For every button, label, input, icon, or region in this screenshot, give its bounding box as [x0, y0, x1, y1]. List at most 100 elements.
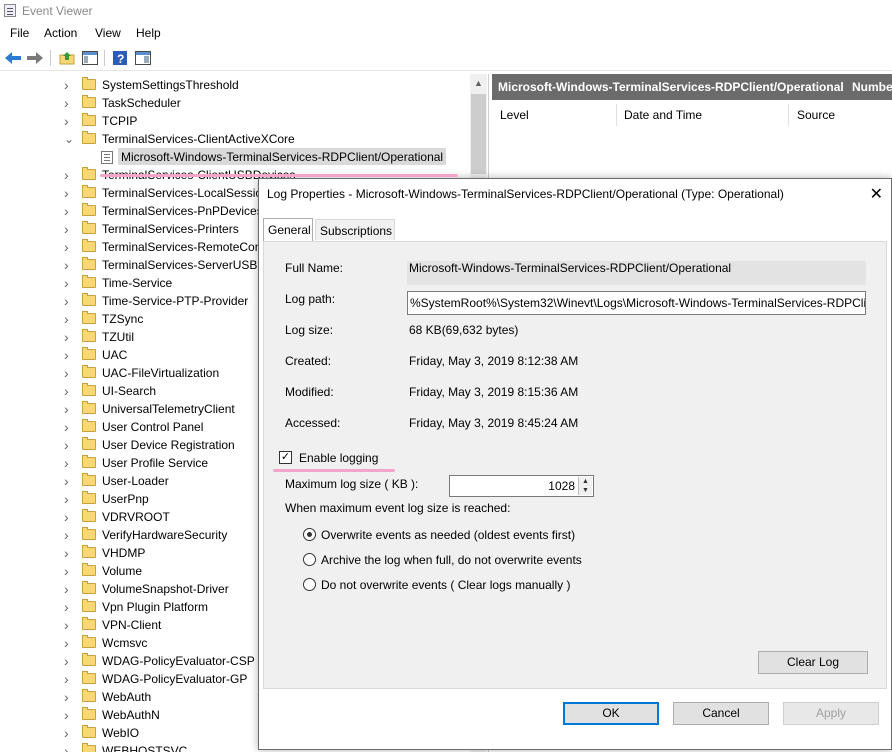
folder-icon [82, 293, 96, 306]
folder-icon [82, 689, 96, 702]
chevron-right-icon[interactable]: › [64, 600, 74, 614]
chevron-right-icon[interactable]: › [64, 96, 74, 110]
created-value: Friday, May 3, 2019 8:12:38 AM [409, 354, 579, 368]
chevron-right-icon[interactable]: › [64, 420, 74, 434]
tab-general[interactable]: General [263, 218, 313, 241]
chevron-right-icon[interactable]: › [64, 474, 74, 488]
chevron-right-icon[interactable]: › [64, 456, 74, 470]
chevron-right-icon[interactable]: › [64, 276, 74, 290]
chevron-right-icon[interactable]: › [64, 222, 74, 236]
folder-icon [82, 113, 96, 126]
chevron-right-icon[interactable]: › [64, 294, 74, 308]
apply-button[interactable]: Apply [783, 702, 879, 725]
show-hide-tree-icon[interactable] [81, 49, 99, 67]
chevron-right-icon[interactable]: › [64, 240, 74, 254]
folder-icon [82, 401, 96, 414]
back-arrow-icon[interactable] [4, 49, 22, 67]
chevron-right-icon[interactable]: › [64, 654, 74, 668]
tree-item-label: TerminalServices-PnPDevices [102, 204, 263, 218]
chevron-right-icon[interactable]: › [64, 186, 74, 200]
chevron-right-icon[interactable]: › [64, 744, 74, 752]
help-icon[interactable]: ? [111, 49, 129, 67]
tree-item[interactable]: › SystemSettingsThreshold [0, 76, 484, 94]
radio-do-not-overwrite[interactable] [303, 578, 316, 591]
menu-help[interactable]: Help [136, 26, 161, 40]
tree-item-label: Wcmsvc [102, 636, 148, 650]
tree-item-label: User Device Registration [102, 438, 235, 452]
chevron-right-icon[interactable]: › [64, 510, 74, 524]
folder-icon [82, 257, 96, 270]
chevron-right-icon[interactable]: › [64, 348, 74, 362]
chevron-right-icon[interactable]: › [64, 402, 74, 416]
tree-item[interactable]: › TaskScheduler [0, 94, 484, 112]
spin-up-icon[interactable]: ▲ [579, 477, 592, 486]
tree-item-label: VolumeSnapshot-Driver [102, 582, 229, 596]
app-title: Event Viewer [22, 4, 93, 18]
radio-archive[interactable] [303, 553, 316, 566]
chevron-right-icon[interactable]: › [64, 528, 74, 542]
chevron-right-icon[interactable]: › [64, 726, 74, 740]
tree-scroll-thumb[interactable] [471, 94, 486, 174]
radio-archive-label[interactable]: Archive the log when full, do not overwr… [321, 553, 582, 567]
chevron-right-icon[interactable]: › [64, 366, 74, 380]
when-max-label: When maximum event log size is reached: [285, 501, 511, 515]
tree-item[interactable]: ⌄ TerminalServices-ClientActiveXCore [0, 130, 484, 148]
enable-logging-checkbox[interactable]: ✓ [279, 451, 292, 464]
chevron-right-icon[interactable]: › [64, 492, 74, 506]
tree-item-label: TaskScheduler [102, 96, 181, 110]
max-size-value[interactable]: 1028 [548, 479, 575, 493]
max-size-stepper[interactable]: 1028 ▲ ▼ [449, 475, 594, 497]
folder-icon [82, 455, 96, 468]
spin-down-icon[interactable]: ▼ [579, 486, 592, 495]
scroll-up-arrow-icon[interactable]: ▲ [470, 74, 487, 92]
tree-item-label: User-Loader [102, 474, 169, 488]
show-action-pane-icon[interactable] [134, 49, 152, 67]
close-icon[interactable]: ✕ [870, 184, 883, 204]
folder-icon [82, 131, 96, 144]
radio-do-not-overwrite-label[interactable]: Do not overwrite events ( Clear logs man… [321, 578, 570, 592]
tree-item[interactable]: › TCPIP [0, 112, 484, 130]
tab-subscriptions[interactable]: Subscriptions [315, 219, 395, 240]
folder-icon [82, 473, 96, 486]
chevron-right-icon[interactable]: › [64, 618, 74, 632]
chevron-right-icon[interactable]: › [64, 78, 74, 92]
radio-overwrite-label[interactable]: Overwrite events as needed (oldest event… [321, 528, 575, 542]
chevron-right-icon[interactable]: › [64, 312, 74, 326]
log-properties-dialog: Log Properties - Microsoft-Windows-Termi… [258, 178, 892, 750]
column-source[interactable]: Source [789, 104, 892, 126]
chevron-right-icon[interactable]: › [64, 204, 74, 218]
column-date-time[interactable]: Date and Time [616, 104, 789, 126]
chevron-down-icon[interactable]: ⌄ [64, 133, 74, 145]
up-folder-icon[interactable] [58, 49, 76, 67]
chevron-right-icon[interactable]: › [64, 708, 74, 722]
chevron-right-icon[interactable]: › [64, 168, 74, 182]
menu-action[interactable]: Action [44, 26, 77, 40]
column-level[interactable]: Level [492, 104, 617, 126]
chevron-right-icon[interactable]: › [64, 258, 74, 272]
menu-file[interactable]: File [10, 26, 29, 40]
chevron-right-icon[interactable]: › [64, 672, 74, 686]
chevron-right-icon[interactable]: › [64, 438, 74, 452]
chevron-right-icon[interactable]: › [64, 564, 74, 578]
chevron-right-icon[interactable]: › [64, 582, 74, 596]
chevron-right-icon[interactable]: › [64, 546, 74, 560]
radio-overwrite[interactable] [303, 528, 316, 541]
chevron-right-icon[interactable]: › [64, 384, 74, 398]
log-path-field[interactable]: %SystemRoot%\System32\Winevt\Logs\Micros… [407, 291, 866, 315]
chevron-right-icon[interactable]: › [64, 114, 74, 128]
log-size-value: 68 KB(69,632 bytes) [409, 323, 519, 337]
forward-arrow-icon[interactable] [26, 49, 44, 67]
tree-item-label: WDAG-PolicyEvaluator-CSP [102, 654, 255, 668]
cancel-button[interactable]: Cancel [673, 702, 769, 725]
tree-item-label: WEBHOSTSVC [102, 744, 188, 752]
chevron-right-icon[interactable]: › [64, 636, 74, 650]
enable-logging-label[interactable]: Enable logging [299, 451, 378, 465]
menu-view[interactable]: View [95, 26, 121, 40]
title-bar: Event Viewer [0, 0, 892, 22]
chevron-right-icon[interactable]: › [64, 330, 74, 344]
event-viewer-icon [4, 4, 16, 17]
chevron-right-icon[interactable]: › [64, 690, 74, 704]
ok-button[interactable]: OK [563, 702, 659, 725]
tree-item-selected-log[interactable]: Microsoft-Windows-TerminalServices-RDPCl… [0, 148, 484, 166]
clear-log-button[interactable]: Clear Log [758, 651, 868, 674]
